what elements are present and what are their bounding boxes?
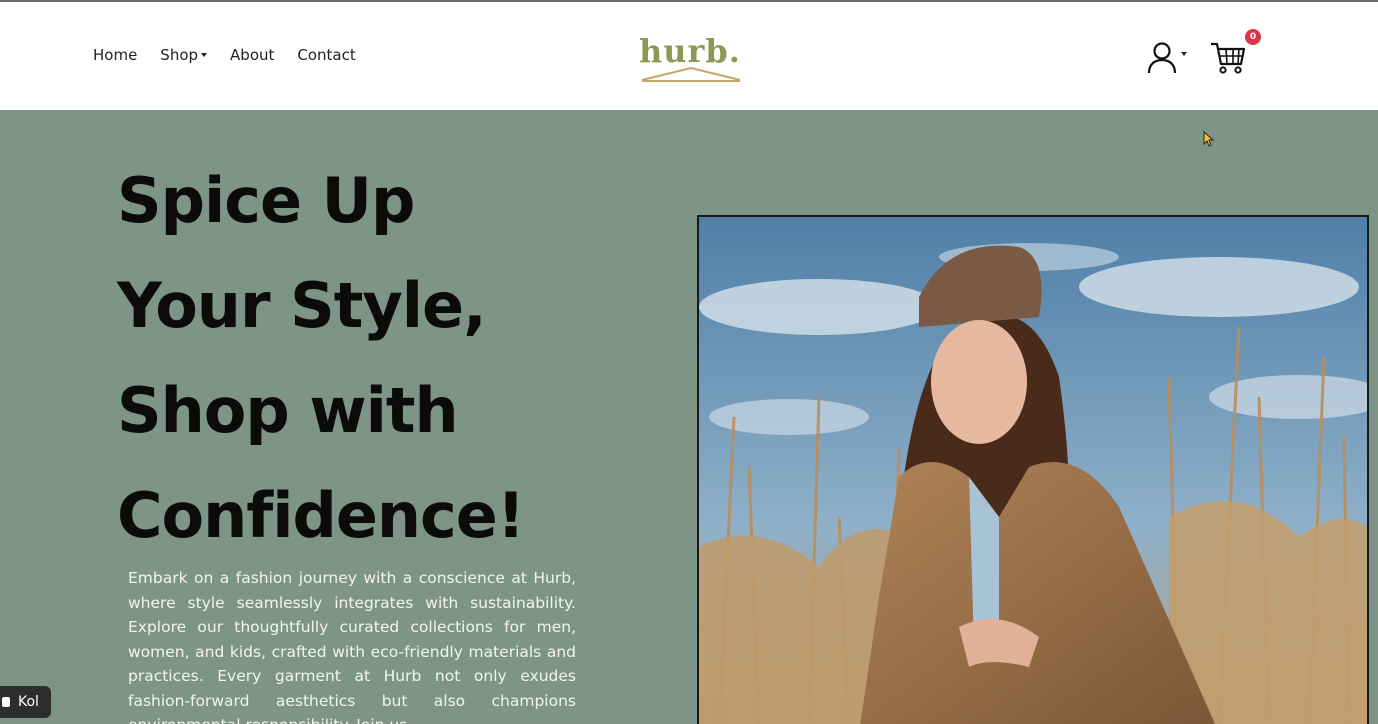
nav-about-label: About — [230, 46, 275, 64]
brand-logo[interactable]: hurb. — [636, 30, 746, 86]
cart-icon[interactable] — [1209, 38, 1247, 76]
nav-contact-label: Contact — [297, 46, 356, 64]
kol-indicator-icon — [2, 697, 10, 707]
hero-description: Embark on a fashion journey with a consc… — [128, 569, 576, 724]
site-header: Home Shop About Contact hurb. 0 — [0, 2, 1378, 110]
nav-contact-link[interactable]: Contact — [297, 46, 355, 64]
kol-overlay-badge[interactable]: Kol — [0, 686, 51, 718]
kol-label: Kol — [18, 694, 39, 710]
nav-home-label: Home — [93, 46, 138, 64]
account-chevron-down-icon[interactable] — [1181, 52, 1187, 56]
nav-about-link[interactable]: About — [230, 46, 274, 64]
main-nav: Home Shop About Contact — [93, 46, 356, 64]
user-icon[interactable] — [1146, 40, 1178, 74]
hero-headline-line-3: Shop with — [117, 374, 459, 447]
cart-count-badge: 0 — [1245, 29, 1261, 45]
hero-image — [697, 215, 1369, 724]
mouse-pointer-icon — [1203, 131, 1215, 147]
hanger-icon — [641, 66, 741, 82]
chevron-down-icon — [201, 53, 208, 57]
hero-headline-line-2: Your Style, — [117, 269, 487, 342]
hero-headline-line-4: Confidence! — [117, 479, 525, 552]
nav-home-link[interactable]: Home — [93, 46, 137, 64]
nav-shop-label: Shop — [160, 46, 199, 64]
hero-headline: Spice Up Your Style, Shop with Confidenc… — [117, 148, 597, 568]
hero-section: Spice Up Your Style, Shop with Confidenc… — [0, 110, 1378, 724]
nav-shop-dropdown[interactable]: Shop — [160, 46, 208, 64]
hero-headline-line-1: Spice Up — [117, 164, 415, 237]
